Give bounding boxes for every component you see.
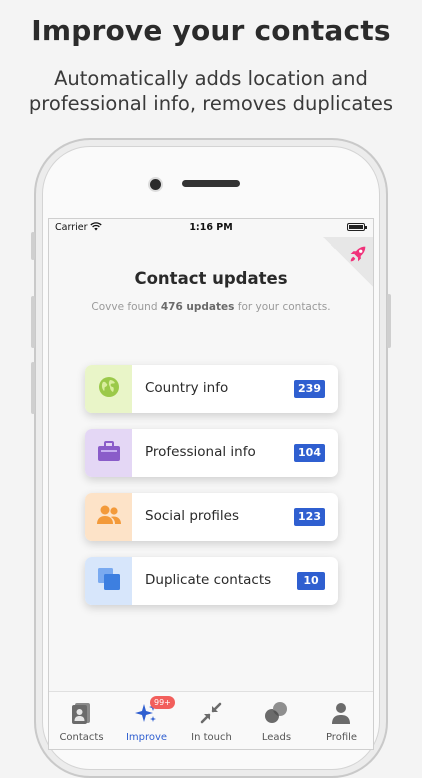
promo-subheadline-line-2: professional info, removes duplicates: [28, 92, 394, 115]
tab-label: Leads: [261, 732, 292, 743]
update-card-label: Country info: [145, 380, 229, 396]
summary-count: 476 updates: [160, 301, 235, 313]
update-card-country-info[interactable]: Country info 239: [85, 365, 338, 413]
tab-profile[interactable]: Profile: [309, 692, 373, 749]
tab-in-touch[interactable]: In touch: [179, 692, 244, 749]
promo-subheadline-line-1: Automatically adds location and: [54, 67, 368, 90]
status-time: 1:16 PM: [189, 222, 233, 233]
phone-mute-switch: [31, 232, 35, 260]
briefcase-icon: [96, 439, 122, 467]
summary-prefix: Covve found: [91, 301, 161, 313]
contacts-icon: [69, 701, 93, 725]
arrows-inward-icon: [199, 701, 223, 725]
person-icon: [329, 701, 353, 725]
battery-icon: [347, 223, 367, 231]
phone-camera: [148, 177, 163, 192]
people-icon: [96, 503, 122, 531]
screen-title: Contact updates: [134, 269, 288, 288]
update-card-duplicate-contacts[interactable]: Duplicate contacts 10: [85, 557, 338, 605]
improve-badge: 99+: [150, 696, 175, 709]
professional-info-icon-box: [85, 429, 132, 477]
update-card-label: Social profiles: [145, 508, 239, 524]
tab-label: In touch: [191, 732, 232, 743]
tab-improve[interactable]: 99+ Improve: [114, 692, 179, 749]
tab-label: Improve: [125, 732, 168, 743]
phone-volume-up: [31, 296, 35, 348]
update-card-label: Professional info: [145, 444, 256, 460]
updates-summary: Covve found 476 updates for your contact…: [49, 301, 373, 313]
promo-subheadline: Automatically adds location and professi…: [0, 66, 422, 116]
tab-label: Profile: [325, 732, 358, 743]
social-profiles-icon-box: [85, 493, 132, 541]
update-count-badge: 10: [297, 572, 325, 590]
update-count-badge: 123: [294, 508, 325, 526]
tab-bar: Contacts 99+ Improve In touch Leads Prof…: [49, 691, 373, 749]
update-count-badge: 239: [294, 380, 325, 398]
phone-volume-down: [31, 362, 35, 414]
update-card-label: Duplicate contacts: [145, 572, 272, 588]
leads-icon: [264, 701, 288, 725]
tab-leads[interactable]: Leads: [244, 692, 309, 749]
globe-icon: [97, 375, 121, 403]
duplicate-contacts-icon-box: [85, 557, 132, 605]
tab-contacts[interactable]: Contacts: [49, 692, 114, 749]
country-info-icon-box: [85, 365, 132, 413]
update-card-social-profiles[interactable]: Social profiles 123: [85, 493, 338, 541]
promo-headline: Improve your contacts: [31, 14, 391, 47]
rocket-icon: [347, 243, 369, 269]
update-card-professional-info[interactable]: Professional info 104: [85, 429, 338, 477]
tab-label: Contacts: [59, 732, 104, 743]
update-count-badge: 104: [294, 444, 325, 462]
phone-speaker: [182, 180, 240, 187]
phone-power-button: [387, 294, 391, 348]
duplicate-icon: [96, 566, 122, 596]
status-bar: Carrier 1:16 PM: [49, 219, 373, 237]
app-screen: Carrier 1:16 PM Contact updates Covve fo…: [48, 218, 374, 750]
summary-suffix: for your contacts.: [234, 301, 331, 313]
